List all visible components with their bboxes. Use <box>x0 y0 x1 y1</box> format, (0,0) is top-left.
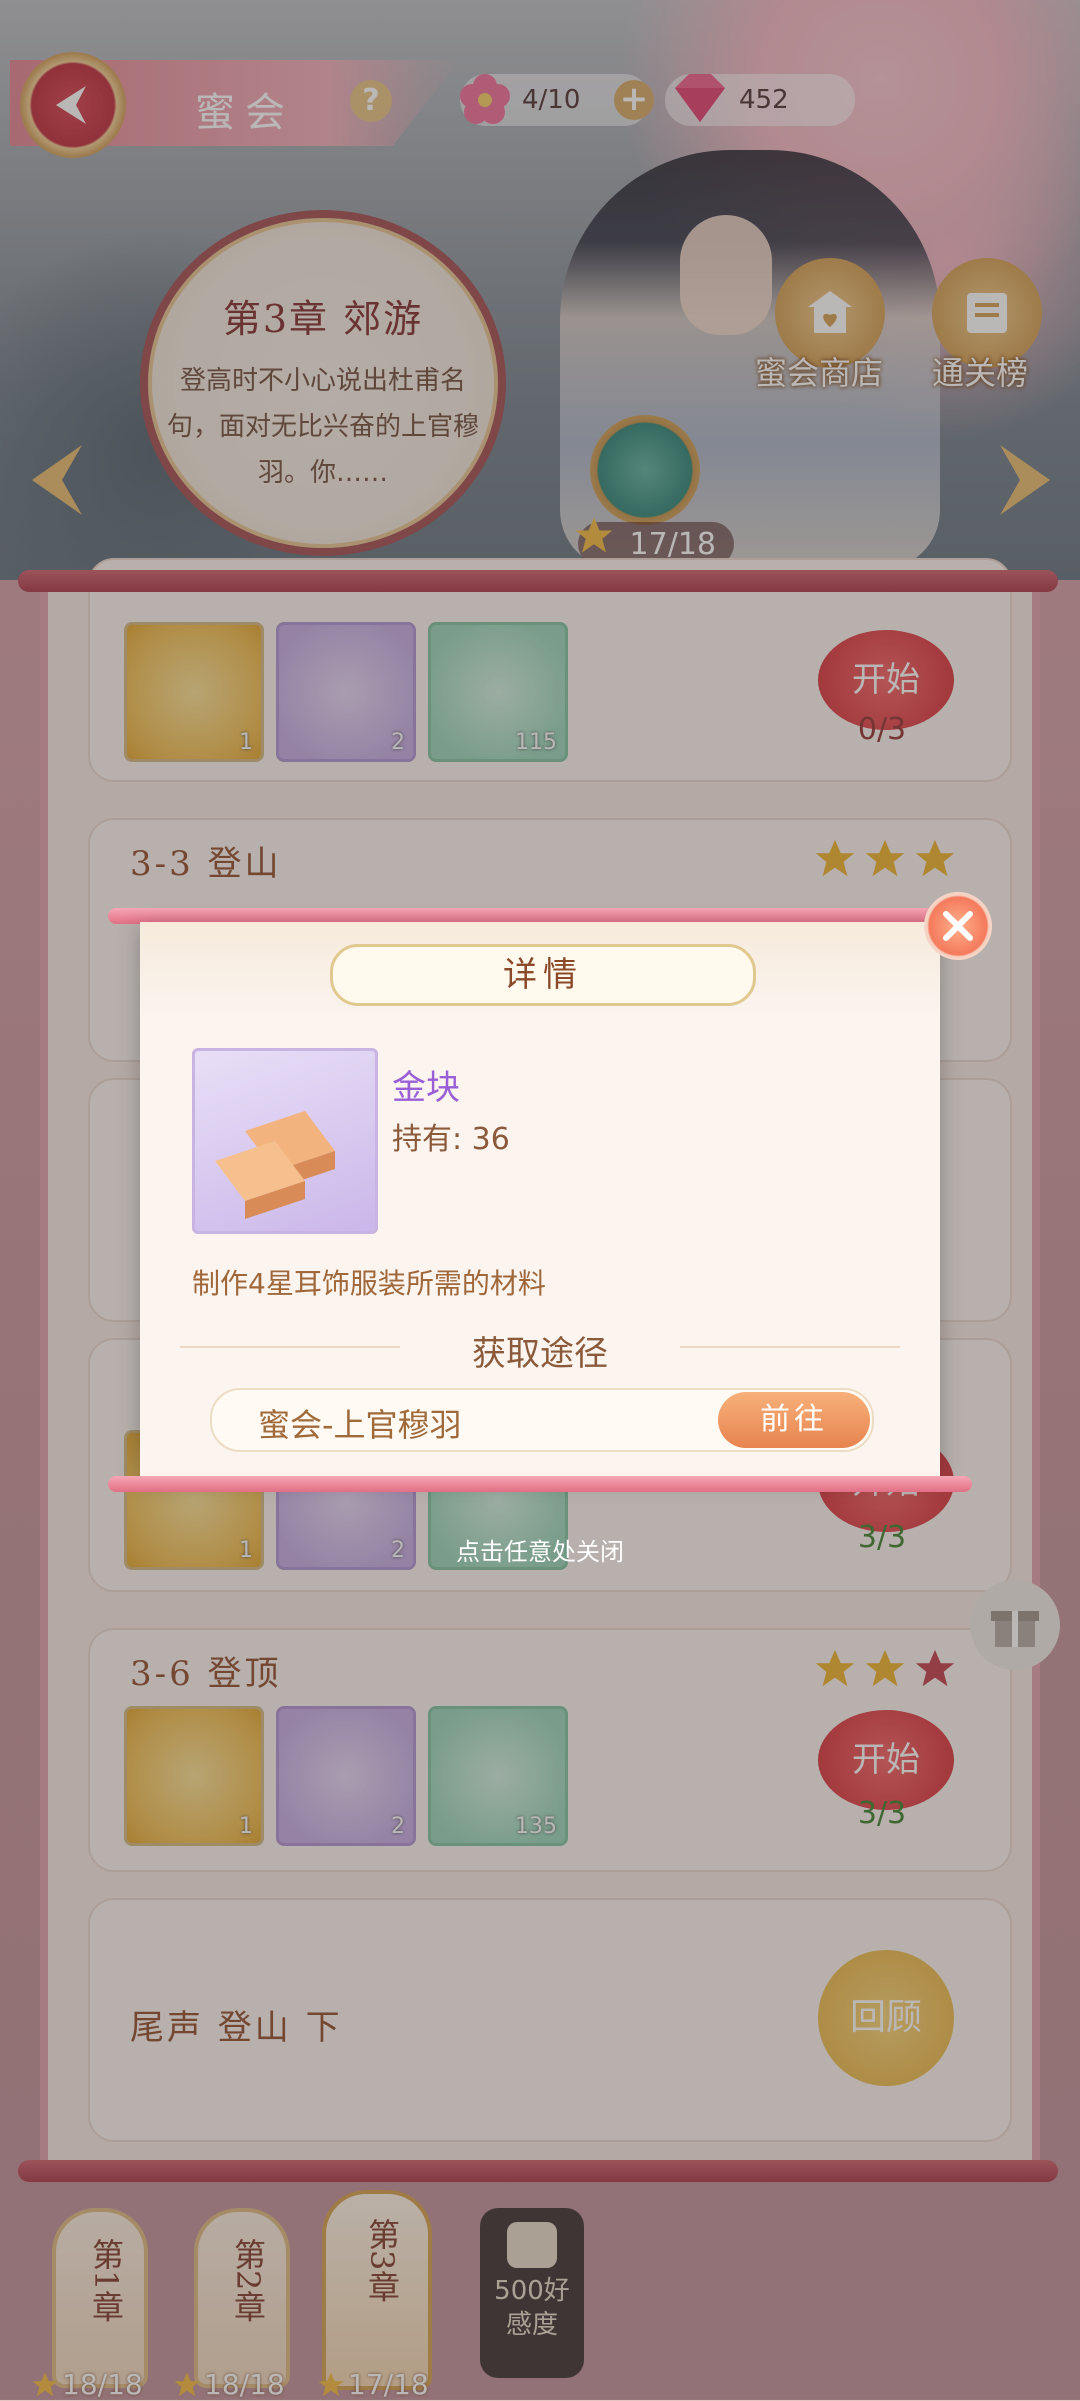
item-detail-modal: 详情 金块 持有: 36 制作4星耳饰服装所需的材料 获取途径 蜜会-上官穆羽 … <box>108 892 992 1492</box>
modal-panel: 详情 金块 持有: 36 制作4星耳饰服装所需的材料 获取途径 蜜会-上官穆羽 … <box>140 892 992 1478</box>
item-description: 制作4星耳饰服装所需的材料 <box>192 1267 546 1300</box>
acquire-title: 获取途径 <box>472 1334 608 1374</box>
item-owned-count: 持有: 36 <box>392 1122 510 1157</box>
gold-bar-item-icon <box>192 1048 378 1234</box>
source-row: 蜜会-上官穆羽 前往 <box>210 1388 874 1452</box>
modal-rod-bottom <box>108 1476 972 1492</box>
close-button[interactable] <box>924 892 992 960</box>
source-label: 蜜会-上官穆羽 <box>258 1406 462 1444</box>
item-name: 金块 <box>392 1068 460 1108</box>
modal-title: 详情 <box>330 944 756 1006</box>
dismiss-hint: 点击任意处关闭 <box>456 1538 624 1566</box>
close-icon <box>943 911 973 941</box>
goto-button[interactable]: 前往 <box>718 1392 870 1448</box>
modal-header: 详情 <box>140 922 940 1018</box>
